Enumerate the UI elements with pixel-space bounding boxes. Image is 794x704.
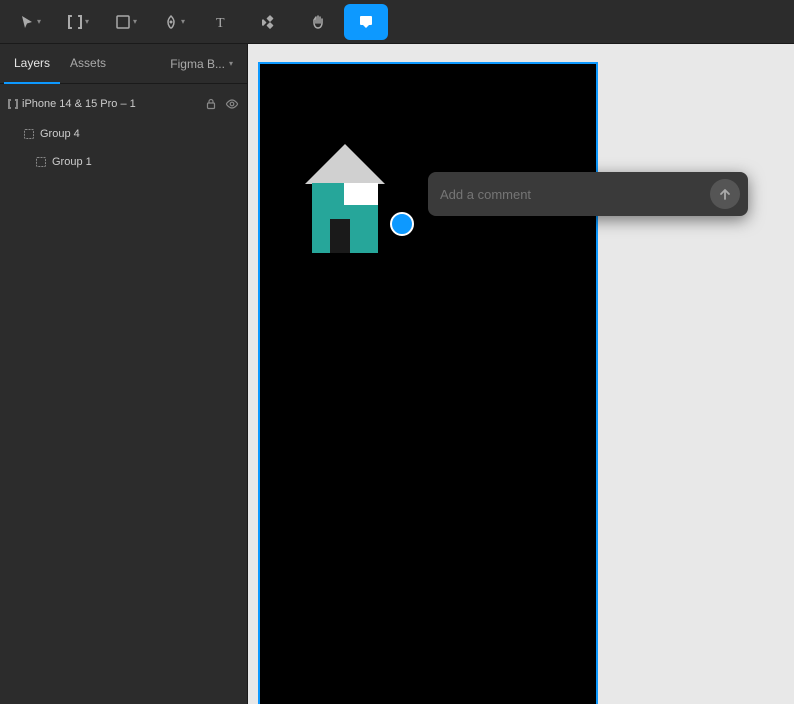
group-icon [24, 129, 34, 139]
tab-layers[interactable]: Layers [4, 44, 60, 84]
comment-input[interactable] [440, 187, 702, 202]
lock-icon [205, 98, 217, 110]
pen-chevron: ▾ [181, 17, 185, 26]
group-icon-2 [36, 157, 46, 167]
hand-tool-button[interactable] [296, 4, 340, 40]
pen-tool-button[interactable]: ▾ [152, 4, 196, 40]
frame-header[interactable]: iPhone 14 & 15 Pro – 1 [0, 88, 247, 120]
tab-figma-b[interactable]: Figma B... ▾ [160, 44, 243, 84]
submit-arrow-icon [718, 187, 732, 201]
sidebar: Layers Assets Figma B... ▾ [0, 44, 248, 704]
toolbar: ▾ ▾ ▾ ▾ T [0, 0, 794, 44]
frame-tool-button[interactable]: ▾ [56, 4, 100, 40]
eye-icon [225, 98, 239, 110]
frame-chevron: ▾ [85, 17, 89, 26]
layer-group1[interactable]: Group 1 [0, 148, 247, 176]
shape-chevron: ▾ [133, 17, 137, 26]
sidebar-tabs: Layers Assets Figma B... ▾ [0, 44, 247, 84]
frame-icon [8, 99, 18, 109]
comment-submit-button[interactable] [710, 179, 740, 209]
comment-tool-button[interactable] [344, 4, 388, 40]
canvas-area[interactable] [248, 44, 794, 704]
comment-dot [390, 212, 414, 236]
shape-tool-button[interactable]: ▾ [104, 4, 148, 40]
app-icon [300, 139, 390, 289]
svg-text:T: T [216, 16, 225, 30]
canvas-frame [258, 62, 598, 704]
component-tool-button[interactable] [248, 4, 292, 40]
main-area: Layers Assets Figma B... ▾ [0, 44, 794, 704]
tab-assets[interactable]: Assets [60, 44, 116, 84]
comment-popup [428, 172, 748, 216]
select-tool-button[interactable]: ▾ [8, 4, 52, 40]
layer-group4[interactable]: Group 4 [0, 120, 247, 148]
figma-b-chevron: ▾ [229, 59, 233, 68]
text-tool-button[interactable]: T [200, 4, 244, 40]
sidebar-content: iPhone 14 & 15 Pro – 1 Group 4 [0, 84, 247, 704]
select-chevron: ▾ [37, 17, 41, 26]
